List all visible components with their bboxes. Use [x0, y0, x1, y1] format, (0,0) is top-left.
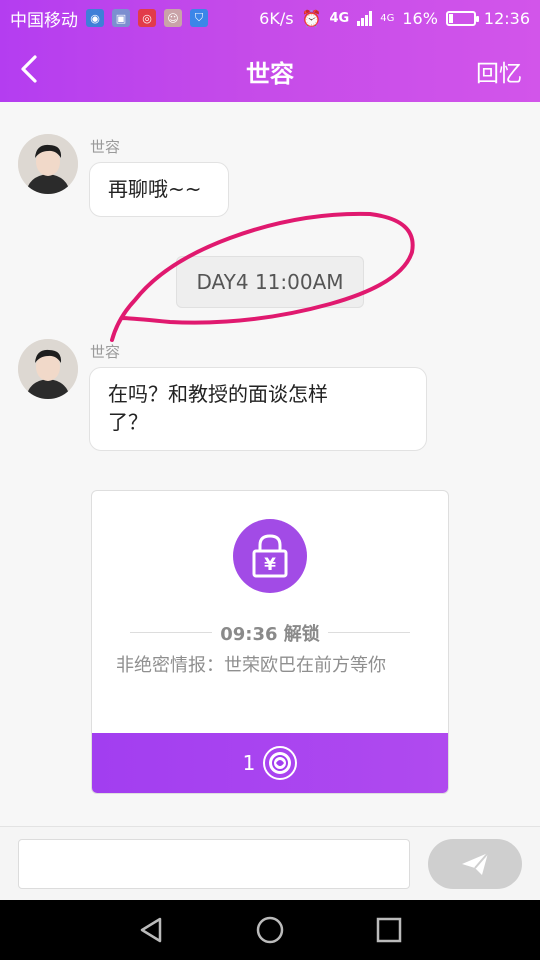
message-text-line: 在吗？和教授的面谈怎样 [108, 382, 328, 406]
status-bar: 中国移动 ◉ ▣ ◎ ☺ ⛉ 6K/s ⏰ 4G 4G 16% 12:36 [0, 0, 540, 36]
circle-home-icon [256, 916, 284, 944]
send-button[interactable] [428, 839, 522, 889]
weibo-notification-icon: ◎ [138, 9, 156, 27]
profile-photo-icon [18, 339, 78, 399]
battery-percent: 16% [402, 8, 438, 28]
time-divider-label: DAY4 11:00AM [196, 270, 344, 294]
nav-home-button[interactable] [254, 914, 286, 946]
card-description: 非绝密情报：世荣欧巴在前方等你 [116, 655, 386, 676]
page-title: 世容 [246, 60, 294, 88]
lock-icon: ¥ [233, 519, 307, 593]
padlock-icon: ¥ [252, 534, 288, 578]
input-bar [0, 826, 540, 900]
nav-recents-button[interactable] [373, 914, 405, 946]
gallery-notification-icon: ▣ [112, 9, 130, 27]
sender-name: 世容 [90, 343, 121, 361]
network-speed: 6K/s [259, 8, 294, 28]
message-input[interactable] [18, 839, 410, 889]
clock: 12:36 [483, 8, 530, 28]
coin-icon [263, 746, 298, 780]
app-notification-icon: ◉ [86, 9, 104, 27]
battery-icon [445, 10, 479, 26]
system-nav-bar [0, 900, 540, 960]
unlock-button[interactable]: 1 [92, 733, 448, 793]
message-text: 再聊哦~~ [108, 177, 202, 201]
message-bubble: 在吗？和教授的面谈怎样 了？ [89, 367, 427, 451]
message-text-line: 了？ [108, 410, 148, 434]
nav-back-button[interactable] [135, 914, 167, 946]
shield-notification-icon: ⛉ [190, 9, 208, 27]
sender-name: 世容 [90, 138, 121, 156]
carrier-label: 中国移动 [10, 10, 78, 31]
avatar-notification-icon: ☺ [164, 9, 182, 27]
annotation-scribble [110, 211, 415, 342]
coin-emblem-icon [269, 752, 292, 774]
memories-button[interactable]: 回忆 [476, 54, 522, 88]
avatar[interactable] [18, 134, 78, 194]
currency-symbol: ¥ [264, 555, 276, 575]
square-recents-icon [376, 917, 402, 943]
top-bar: 中国移动 ◉ ▣ ◎ ☺ ⛉ 6K/s ⏰ 4G 4G 16% 12:36 世容… [0, 0, 540, 102]
avatar[interactable] [18, 339, 78, 399]
unlock-price: 1 [242, 751, 256, 775]
signal-4g-secondary-label: 4G [380, 12, 395, 24]
alarm-icon: ⏰ [301, 8, 322, 28]
message-bubble: 再聊哦~~ [89, 162, 229, 217]
signal-4g-label: 4G [329, 10, 350, 26]
signal-icon [357, 10, 373, 26]
profile-photo-icon [18, 134, 78, 194]
time-divider: DAY4 11:00AM [176, 256, 364, 308]
nav-bar: 世容 回忆 [0, 36, 540, 102]
locked-message-card[interactable]: ¥ 09:36 解锁 非绝密情报：世荣欧巴在前方等你 1 [91, 490, 449, 794]
unlock-time: 09:36 解锁 [220, 624, 320, 645]
send-icon [462, 852, 489, 875]
triangle-back-icon [140, 917, 162, 943]
battery-fill [448, 13, 453, 23]
